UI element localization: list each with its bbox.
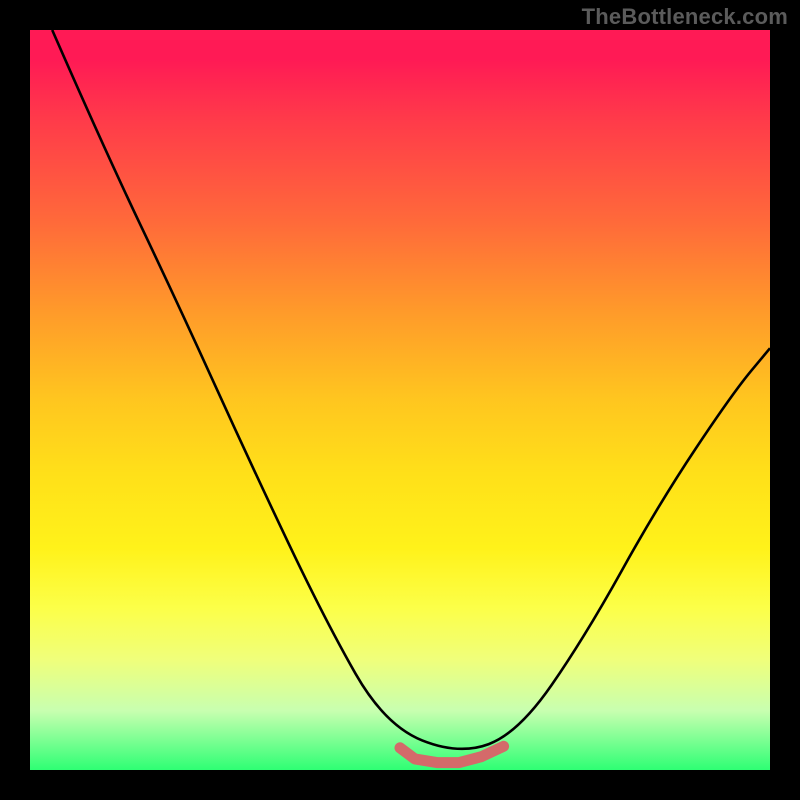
chart-frame: TheBottleneck.com	[0, 0, 800, 800]
plot-area	[30, 30, 770, 770]
chart-svg	[30, 30, 770, 770]
bottleneck-curve-path	[52, 30, 770, 749]
watermark-text: TheBottleneck.com	[582, 4, 788, 30]
